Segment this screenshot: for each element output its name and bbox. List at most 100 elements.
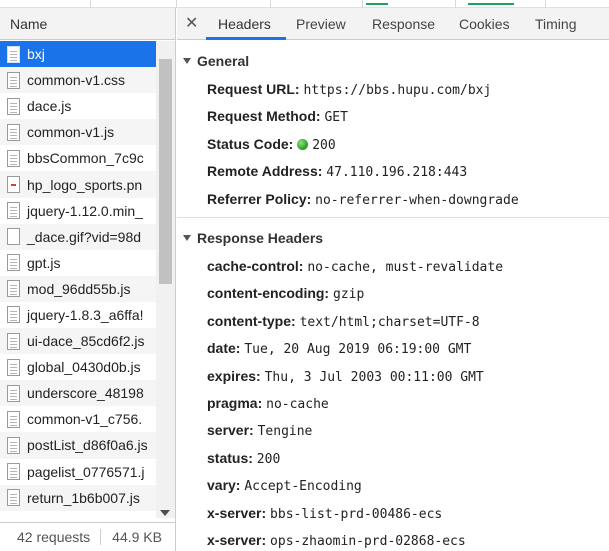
summary-status-bar: 42 requests 44.9 KB <box>0 522 175 551</box>
request-list[interactable]: bxj common-v1.css dace.js common-v1.js bbsCo… <box>0 41 156 518</box>
header-value: Tengine <box>257 424 313 440</box>
request-name: underscore_48198 <box>27 385 144 402</box>
header-key: Remote Address: <box>207 163 323 180</box>
request-name: _dace.gif?vid=98d <box>27 228 142 245</box>
request-row[interactable]: global_0430d0b.js <box>0 354 156 380</box>
document-icon <box>7 254 20 272</box>
document-icon <box>7 358 20 376</box>
request-row[interactable]: common-v1_c756. <box>0 406 156 432</box>
document-icon <box>7 280 20 298</box>
tab-preview[interactable]: Preview <box>296 16 346 32</box>
document-icon <box>7 71 20 89</box>
request-row[interactable]: underscore_48198 <box>0 380 156 407</box>
tab-timing[interactable]: Timing <box>535 16 577 32</box>
request-details-panel: ✕ Headers Preview Response Cookies Timin… <box>177 8 609 551</box>
header-key: pragma: <box>207 395 263 411</box>
headers-content: General Request URL: https://bbs.hupu.co… <box>177 41 609 551</box>
request-name: bbsCommon_7c9c <box>27 150 144 167</box>
tab-response[interactable]: Response <box>372 16 435 32</box>
request-name: mod_96dd55b.js <box>27 280 131 297</box>
header-row: expires: Thu, 3 Jul 2003 00:11:00 GMT <box>207 368 484 385</box>
document-icon <box>7 123 20 141</box>
triangle-down-icon <box>183 234 191 241</box>
request-name: bxj <box>27 46 45 63</box>
header-row: Request URL: https://bbs.hupu.com/bxj <box>207 81 491 98</box>
header-value: https://bbs.hupu.com/bxj <box>303 83 492 98</box>
timeline-overview[interactable] <box>0 0 609 8</box>
name-column-label: Name <box>10 16 48 32</box>
request-row[interactable]: mod_96dd55b.js <box>0 275 156 302</box>
header-key: Request Method: <box>207 108 321 125</box>
document-icon <box>7 306 20 324</box>
header-value: ops-zhaomin-prd-02868-ecs <box>270 534 466 549</box>
request-row[interactable]: jquery-1.8.3_a6ffa! <box>0 302 156 328</box>
status-ok-dot-icon <box>297 138 309 150</box>
request-row[interactable]: bbsCommon_7c9c <box>0 145 156 171</box>
request-row[interactable]: ui-dace_85cd6f2.js <box>0 328 156 355</box>
header-value: GET <box>324 110 348 126</box>
header-row: cache-control: no-cache, must-revalidate <box>207 258 503 275</box>
close-icon[interactable]: ✕ <box>185 13 198 33</box>
request-name: common-v1_c756. <box>27 411 143 428</box>
request-row[interactable]: dace.js <box>0 93 156 119</box>
request-row[interactable]: pagelist_0776571.j <box>0 459 156 485</box>
request-row[interactable]: hp_logo_sports.pn <box>0 171 156 198</box>
header-value: 200 <box>256 451 281 467</box>
request-row[interactable]: common-v1.js <box>0 119 156 146</box>
document-icon <box>7 463 20 481</box>
timeline-tick <box>362 0 363 8</box>
header-value: no-cache <box>266 397 329 412</box>
header-row: Status Code: 200 <box>207 136 336 153</box>
name-column-header[interactable]: Name <box>0 8 175 40</box>
header-value: 200 <box>312 137 336 153</box>
request-row[interactable]: postList_d86f0a6.js <box>0 432 156 459</box>
timeline-tick <box>176 0 177 8</box>
response-headers-section-toggle[interactable]: Response Headers <box>177 224 609 251</box>
response-headers-section-title: Response Headers <box>197 229 324 246</box>
document-icon <box>7 410 20 428</box>
header-key: expires: <box>207 367 261 384</box>
header-value: text/html;charset=UTF-8 <box>299 314 480 330</box>
request-row[interactable]: common-v1.css <box>0 67 156 94</box>
header-value: bbs-list-prd-00486-ecs <box>270 506 443 522</box>
header-row: server: Tengine <box>207 422 312 439</box>
header-row: x-server: ops-zhaomin-prd-02868-ecs <box>207 532 466 549</box>
timeline-tick <box>270 0 271 8</box>
header-row: status: 200 <box>207 450 280 467</box>
timeline-tick <box>90 0 91 8</box>
document-icon <box>7 332 20 350</box>
request-row[interactable]: jquery-1.12.0.min_ <box>0 198 156 224</box>
request-name: pagelist_0776571.j <box>27 463 145 480</box>
header-row: vary: Accept-Encoding <box>207 477 362 494</box>
request-name: jquery-1.8.3_a6ffa! <box>27 306 144 323</box>
header-value: no-cache, must-revalidate <box>307 260 504 275</box>
header-row: pragma: no-cache <box>207 395 329 412</box>
general-section-toggle[interactable]: General <box>177 47 609 74</box>
request-row[interactable]: return_1b6b007.js <box>0 484 156 511</box>
triangle-down-icon <box>183 57 191 64</box>
document-icon <box>7 97 20 115</box>
blank-file-icon <box>7 228 20 246</box>
header-value: Accept-Encoding <box>244 479 362 495</box>
tab-cookies[interactable]: Cookies <box>459 16 510 32</box>
header-value: Tue, 20 Aug 2019 06:19:00 GMT <box>244 342 472 358</box>
header-row: content-type: text/html;charset=UTF-8 <box>207 313 480 330</box>
active-tab-indicator <box>206 37 286 40</box>
request-row[interactable]: _dace.gif?vid=98d <box>0 223 156 250</box>
request-name: ui-dace_85cd6f2.js <box>27 333 145 350</box>
request-row[interactable]: gpt.js <box>0 250 156 276</box>
timeline-tick <box>545 0 546 8</box>
section-divider <box>177 217 609 218</box>
request-name: dace.js <box>27 98 72 115</box>
timeline-bar <box>468 3 514 5</box>
header-value: no-referrer-when-downgrade <box>315 192 519 208</box>
scroll-down-arrow-icon[interactable] <box>160 510 170 516</box>
request-row[interactable]: bxj <box>0 41 156 68</box>
request-list-scrollbar[interactable] <box>156 41 175 518</box>
scrollbar-thumb[interactable] <box>159 59 172 284</box>
header-row: Remote Address: 47.110.196.218:443 <box>207 163 467 180</box>
document-icon <box>7 202 20 220</box>
tab-headers[interactable]: Headers <box>218 16 271 32</box>
header-key: Status Code: <box>207 135 294 152</box>
header-row: x-server: bbs-list-prd-00486-ecs <box>207 505 442 522</box>
